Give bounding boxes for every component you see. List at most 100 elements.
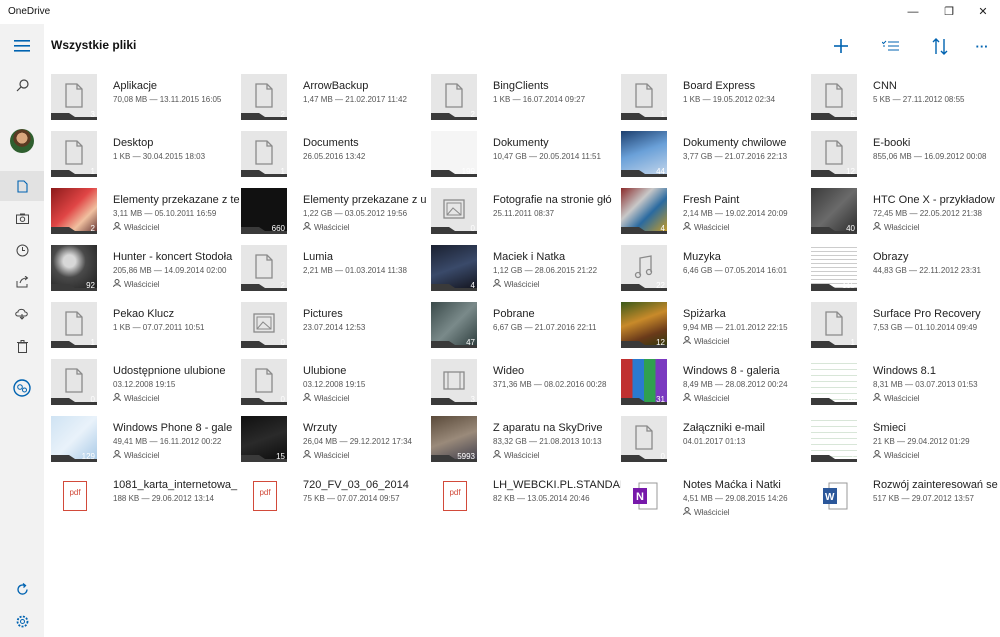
file-tile[interactable]: 4 Maciek i Natka 1,12 GB — 28.06.2015 21:2… [431, 245, 621, 299]
file-meta: 1,22 GB — 03.05.2012 19:56 [303, 209, 408, 218]
file-thumbnail: 3 [431, 359, 477, 405]
file-meta: 205,86 MB — 14.09.2014 02:00 [113, 266, 227, 275]
pdf-label: pdf [69, 488, 81, 497]
select-button[interactable] [874, 32, 906, 60]
file-tile[interactable]: 0 Ulubione 03.12.2008 19:15 Właściciel [241, 359, 431, 413]
owner-label: Właściciel [124, 280, 160, 289]
more-button[interactable]: ··· [966, 32, 998, 60]
file-tile[interactable]: 5 CNN 5 KB — 27.11.2012 08:55 [811, 74, 1000, 128]
file-name: Rozwój zainteresowań se [873, 479, 998, 491]
file-tile[interactable]: 0 Udostępnione ulubione 03.12.2008 19:15 Wł… [51, 359, 241, 413]
file-tile[interactable]: 3 Aplikacje 70,08 MB — 13.11.2015 16:05 [51, 74, 241, 128]
word-icon: W [823, 481, 848, 510]
item-count: 0 [280, 395, 285, 404]
file-meta: 70,08 MB — 13.11.2015 16:05 [113, 95, 222, 104]
sharepoint-icon [13, 379, 31, 397]
file-meta: 04.01.2017 01:13 [683, 437, 746, 446]
settings-button[interactable] [0, 606, 44, 636]
file-name: Windows 8.1 [873, 365, 936, 377]
file-tile[interactable]: pdf LH_WEBCKI.PL.STANDAR 82 KB — 13.05.201… [431, 473, 621, 527]
file-tile[interactable]: N Notes Maćka i Natki 4,51 MB — 29.08.2015… [621, 473, 811, 527]
owner-icon [493, 279, 501, 289]
file-tile[interactable]: 199 Dokumenty 10,47 GB — 20.05.2014 11:51 [431, 131, 621, 185]
file-tile[interactable]: 2 Elementy przekazane z te 3,11 MB — 05.10… [51, 188, 241, 242]
file-thumbnail: 0 [241, 359, 287, 405]
nav-offline[interactable] [0, 299, 44, 329]
search-icon [16, 78, 29, 91]
close-button[interactable]: ✕ [968, 4, 998, 20]
file-thumbnail: 44 [621, 131, 667, 177]
file-tile[interactable]: 1 Śmieci 21 KB — 29.04.2012 01:29 Właścicie… [811, 416, 1000, 470]
file-tile[interactable]: 1 Pekao Klucz 1 KB — 07.07.2011 10:51 [51, 302, 241, 356]
file-meta: 6,46 GB — 07.05.2014 16:01 [683, 266, 788, 275]
pdf-label: pdf [449, 488, 461, 497]
file-tile[interactable]: 12 E-booki 855,06 MB — 16.09.2012 00:08 [811, 131, 1000, 185]
account-button[interactable] [0, 126, 44, 156]
file-tile[interactable]: 47 Pobrane 6,67 GB — 21.07.2016 22:11 [431, 302, 621, 356]
file-meta: 23.07.2014 12:53 [303, 323, 366, 332]
file-tile[interactable]: 12 Spiżarka 9,94 MB — 21.01.2012 22:15 Właś… [621, 302, 811, 356]
file-tile[interactable]: 92 Hunter - koncert Stodoła 205,86 MB — 14… [51, 245, 241, 299]
file-name: Fotografie na stronie głó [493, 194, 612, 206]
file-tile[interactable]: W Rozwój zainteresowań se 517 KB — 29.07.2… [811, 473, 1000, 527]
plus-icon [834, 39, 848, 53]
nav-recent[interactable] [0, 235, 44, 265]
file-tile[interactable]: 1 Desktop 1 KB — 30.04.2015 18:03 [51, 131, 241, 185]
file-tile[interactable]: 0 Fotografie na stronie głó 25.11.2011 08:… [431, 188, 621, 242]
restore-button[interactable]: ❐ [934, 4, 964, 20]
nav-recycle-bin[interactable] [0, 331, 44, 361]
item-count: 1 [90, 338, 95, 347]
file-tile[interactable]: 1 Documents 26.05.2016 13:42 [241, 131, 431, 185]
nav-sharepoint[interactable] [0, 373, 44, 403]
file-tile[interactable]: pdf 720_FV_03_06_2014 75 KB — 07.07.2014 0… [241, 473, 431, 527]
file-tile[interactable]: 2 BingClients 1 KB — 16.07.2014 09:27 [431, 74, 621, 128]
file-thumbnail: 47 [431, 302, 477, 348]
item-count: 5993 [457, 452, 475, 461]
file-name: Muzyka [683, 251, 721, 263]
search-button[interactable] [0, 70, 44, 100]
file-tile[interactable]: 1 Surface Pro Recovery 7,53 GB — 01.10.201… [811, 302, 1000, 356]
file-tile[interactable]: 0 Załączniki e-mail 04.01.2017 01:13 [621, 416, 811, 470]
file-meta: 1 KB — 30.04.2015 18:03 [113, 152, 206, 161]
file-tile[interactable]: 0 Pictures 23.07.2014 12:53 [241, 302, 431, 356]
file-tile[interactable]: 44 Dokumenty chwilowe 3,77 GB — 21.07.2016… [621, 131, 811, 185]
item-count: 12 [846, 167, 855, 176]
file-tile[interactable]: 5993 Z aparatu na SkyDrive 83,32 GB — 21.0… [431, 416, 621, 470]
minimize-button[interactable]: — [898, 4, 928, 20]
file-tile[interactable]: 660 Elementy przekazane z u 1,22 GB — 03.0… [241, 188, 431, 242]
owner-line: Właściciel [303, 222, 431, 232]
file-tile[interactable]: 3 Wideo 371,36 MB — 08.02.2016 00:28 [431, 359, 621, 413]
file-thumbnail: 1 [621, 74, 667, 120]
file-tile[interactable]: pdf 1081_karta_internetowa_ 188 KB — 29.06… [51, 473, 241, 527]
file-tile[interactable]: 16 Windows 8.1 8,31 MB — 03.07.2013 01:53 W… [811, 359, 1000, 413]
file-thumbnail: 0 [431, 188, 477, 234]
file-meta: 188 KB — 29.06.2012 13:14 [113, 494, 214, 503]
owner-icon [113, 279, 121, 289]
file-tile[interactable]: 31 Windows 8 - galeria 8,49 MB — 28.08.201… [621, 359, 811, 413]
file-name: Fresh Paint [683, 194, 740, 206]
file-tile[interactable]: 4 Fresh Paint 2,14 MB — 19.02.2014 20:09 Wł… [621, 188, 811, 242]
nav-files[interactable] [0, 171, 44, 201]
file-tile[interactable]: 129 Windows Phone 8 - gale 49,41 MB — 16.1… [51, 416, 241, 470]
sort-button[interactable] [924, 32, 956, 60]
file-tile[interactable]: 2 ArrowBackup 1,47 MB — 21.02.2017 11:42 [241, 74, 431, 128]
file-name: Ulubione [303, 365, 347, 377]
onenote-icon: N [633, 481, 658, 510]
owner-label: Właściciel [504, 451, 540, 460]
owner-line: Właściciel [493, 279, 621, 289]
sync-button[interactable] [0, 574, 44, 604]
file-tile[interactable]: 22 Muzyka 6,46 GB — 07.05.2014 16:01 [621, 245, 811, 299]
hamburger-menu-button[interactable] [0, 31, 44, 61]
file-tile[interactable]: 1 Board Express 1 KB — 19.05.2012 02:34 [621, 74, 811, 128]
owner-line: Właściciel [683, 222, 811, 232]
file-tile[interactable]: 15 Wrzuty 26,04 MB — 29.12.2012 17:34 Właśc… [241, 416, 431, 470]
file-tile[interactable]: 2 Lumia 2,21 MB — 01.03.2014 11:38 [241, 245, 431, 299]
nav-shared[interactable] [0, 267, 44, 297]
nav-photos[interactable] [0, 203, 44, 233]
file-tile[interactable]: 40 HTC One X - przykładow 72,45 MB — 22.05… [811, 188, 1000, 242]
item-count: 44 [656, 167, 665, 176]
file-meta: 82 KB — 13.05.2014 20:46 [493, 494, 590, 503]
pdf-icon: pdf [253, 481, 277, 511]
add-button[interactable] [825, 32, 857, 60]
file-tile[interactable]: 115 Obrazy 44,83 GB — 22.11.2012 23:31 [811, 245, 1000, 299]
